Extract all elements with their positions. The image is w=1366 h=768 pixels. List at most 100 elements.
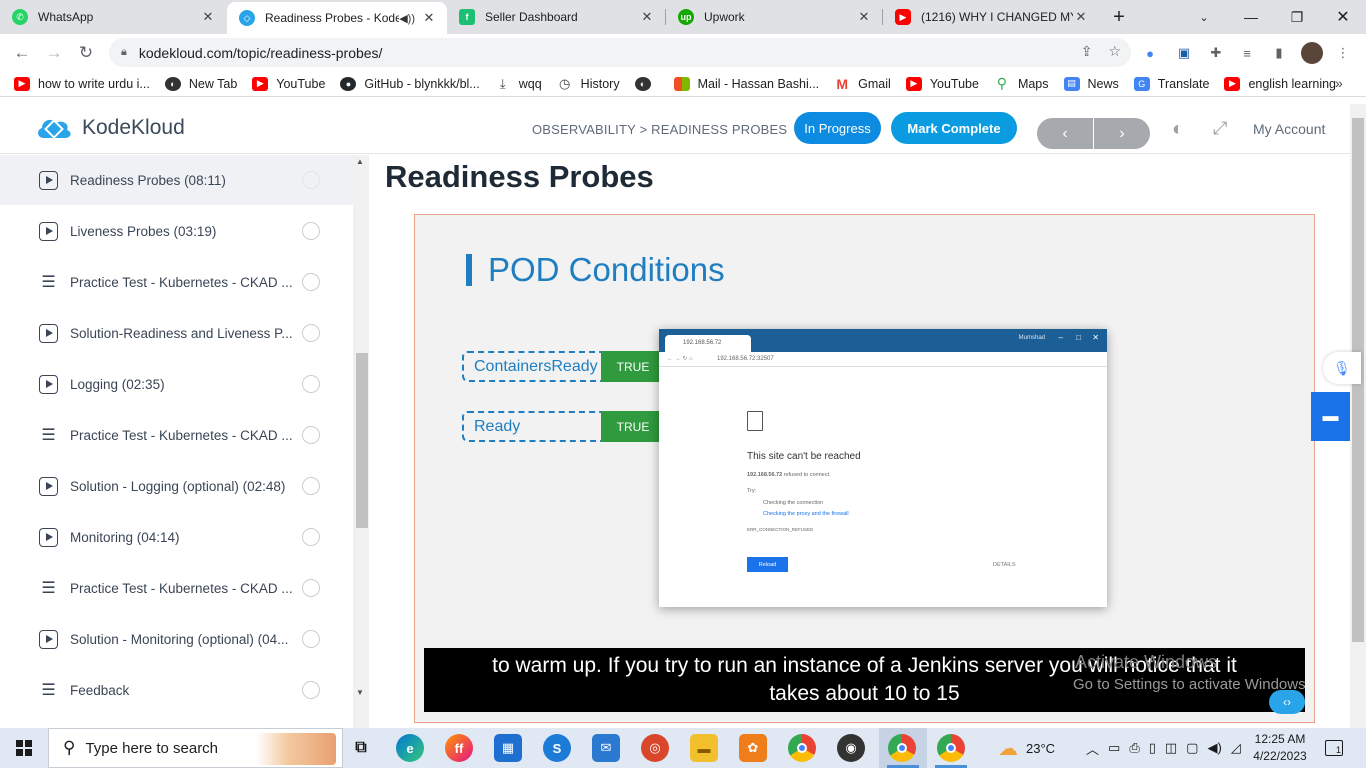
completion-circle[interactable] xyxy=(302,528,320,546)
notification-center[interactable]: 1 xyxy=(1325,728,1343,768)
completion-circle[interactable] xyxy=(302,375,320,393)
lesson-item[interactable]: ☰ Practice Test - Kubernetes - CKAD ... xyxy=(0,410,353,460)
close-window-button[interactable]: ✕ xyxy=(1320,0,1366,34)
tray-camera-icon[interactable]: ◫ xyxy=(1165,740,1177,756)
extensions-puzzle-icon[interactable]: ✚ xyxy=(1207,44,1225,62)
firefox-icon[interactable]: ff xyxy=(445,734,473,762)
reload-button[interactable]: ↻ xyxy=(73,40,99,66)
speaker-icon[interactable]: ◀)) xyxy=(399,12,415,25)
windows-start-button[interactable] xyxy=(0,728,48,768)
weather-widget[interactable]: ☁ 23°C xyxy=(998,728,1055,768)
tab-whatsapp[interactable]: ✆ WhatsApp ✕ xyxy=(0,0,226,34)
completion-circle[interactable] xyxy=(302,273,320,291)
completion-circle[interactable] xyxy=(302,324,320,342)
chat-feedback-icon[interactable]: ▬ xyxy=(1311,392,1350,441)
bookmark-youtube[interactable]: ▶ YouTube xyxy=(252,76,325,91)
tab-youtube-video[interactable]: ▶ (1216) WHY I CHANGED MY ✕ xyxy=(883,0,1099,34)
wifi-icon[interactable]: ◿ xyxy=(1231,740,1241,756)
lesson-item[interactable]: ☰ Feedback xyxy=(0,665,353,715)
next-lesson-button[interactable]: › xyxy=(1094,118,1150,149)
lesson-item[interactable]: Solution - Monitoring (optional) (04... xyxy=(0,614,353,664)
lock-icon[interactable]: 🔒︎ xyxy=(121,46,127,59)
taskbar-search[interactable]: ⚲ Type here to search xyxy=(48,728,343,768)
bookmark-globe[interactable]: ◐ xyxy=(634,76,659,91)
volume-icon[interactable]: ◀) xyxy=(1207,740,1221,756)
tab-readiness-probes[interactable]: ◇ Readiness Probes - Kode ◀)) ✕ xyxy=(227,2,447,34)
completion-circle[interactable] xyxy=(302,477,320,495)
address-bar[interactable]: 🔒︎ kodekloud.com/topic/readiness-probes/… xyxy=(109,38,1131,67)
chrome-profile-h-icon[interactable] xyxy=(937,734,965,762)
lesson-item[interactable]: ☰ Practice Test - Kubernetes - CKAD ... xyxy=(0,257,353,307)
lesson-item[interactable]: ☰ Practice Test - Kubernetes - CKAD ... xyxy=(0,563,353,613)
app-icon[interactable]: ◎ xyxy=(641,734,669,762)
video-player[interactable]: POD Conditions ContainersReady TRUE Read… xyxy=(414,214,1315,723)
new-tab-button[interactable]: + xyxy=(1096,0,1142,34)
bookmark-wqq[interactable]: ⤓ wqq xyxy=(495,76,542,91)
file-explorer-icon[interactable]: ▬ xyxy=(690,734,718,762)
lesson-item[interactable]: Liveness Probes (03:19) xyxy=(0,206,353,256)
chrome-menu-icon[interactable]: ⋮ xyxy=(1334,44,1352,62)
completion-circle[interactable] xyxy=(302,426,320,444)
download-extension-icon[interactable]: ▣ xyxy=(1175,44,1193,62)
bookmark-english-learning[interactable]: ▶ english learning xyxy=(1224,76,1336,91)
lesson-item[interactable]: Logging (02:35) xyxy=(0,359,353,409)
lesson-item[interactable]: Solution-Readiness and Liveness P... xyxy=(0,308,353,358)
my-account-link[interactable]: My Account xyxy=(1253,121,1325,137)
tray-network-drive-icon[interactable]: ⎙ xyxy=(1129,740,1139,756)
system-clock[interactable]: 12:25 AM 4/22/2023 xyxy=(1248,731,1312,765)
bookmark-how-to-write-urdu[interactable]: ▶ how to write urdu i... xyxy=(14,76,150,91)
side-panel-icon[interactable]: ▮ xyxy=(1270,44,1288,62)
restore-button[interactable]: ❐ xyxy=(1274,0,1320,34)
lesson-item[interactable]: Monitoring (04:14) xyxy=(0,512,353,562)
close-icon[interactable]: ✕ xyxy=(421,10,437,26)
profile-avatar[interactable] xyxy=(1301,42,1323,64)
settings-app-icon[interactable]: ✿ xyxy=(739,734,767,762)
mark-complete-button[interactable]: Mark Complete xyxy=(891,112,1017,144)
chrome-profile-icon[interactable] xyxy=(888,734,916,762)
dark-mode-icon[interactable]: ◐ xyxy=(1172,118,1184,141)
bookmark-mail[interactable]: Mail - Hassan Bashi... xyxy=(673,76,819,91)
bookmark-youtube-2[interactable]: ▶ YouTube xyxy=(905,76,979,91)
completion-circle[interactable] xyxy=(302,222,320,240)
scroll-down-arrow[interactable]: ▼ xyxy=(356,688,364,697)
tab-seller-dashboard[interactable]: f Seller Dashboard ✕ xyxy=(447,0,665,34)
lesson-item[interactable]: Readiness Probes (08:11) xyxy=(0,155,353,205)
close-icon[interactable]: ✕ xyxy=(1073,9,1089,25)
close-icon[interactable]: ✕ xyxy=(856,9,872,25)
tray-app-icon[interactable]: ▭ xyxy=(1108,740,1120,756)
forward-button[interactable]: → xyxy=(41,40,67,66)
mail-icon[interactable]: ✉ xyxy=(592,734,620,762)
chrome-icon[interactable] xyxy=(788,734,816,762)
close-icon[interactable]: ✕ xyxy=(200,9,216,25)
bookmark-star-icon[interactable]: ☆ xyxy=(1108,43,1121,60)
tray-window-icon[interactable]: ▢ xyxy=(1186,740,1198,756)
in-progress-button[interactable]: In Progress xyxy=(794,112,881,144)
microphone-extension-icon[interactable]: ● xyxy=(1141,44,1159,62)
bookmark-history[interactable]: ◷ History xyxy=(557,76,620,91)
completion-circle[interactable] xyxy=(302,171,320,189)
tab-upwork[interactable]: up Upwork ✕ xyxy=(666,0,882,34)
scroll-up-arrow[interactable]: ▲ xyxy=(356,157,364,166)
bookmark-gmail[interactable]: M Gmail xyxy=(834,76,891,92)
skype-icon[interactable]: S xyxy=(543,734,571,762)
share-icon[interactable]: ⇪ xyxy=(1081,43,1093,60)
voice-input-icon[interactable]: 🎙︎ xyxy=(1323,352,1361,384)
minimize-button[interactable]: — xyxy=(1228,0,1274,34)
completion-circle[interactable] xyxy=(302,579,320,597)
bookmark-news[interactable]: ▤ News xyxy=(1063,76,1119,91)
bookmarks-overflow-icon[interactable]: » xyxy=(1335,75,1343,91)
bookmark-github[interactable]: ● GitHub - blynkkk/bl... xyxy=(340,76,480,91)
bookmark-translate[interactable]: G Translate xyxy=(1133,76,1209,91)
sidebar-scrollbar-thumb[interactable] xyxy=(356,353,368,528)
store-icon[interactable]: ▦ xyxy=(494,734,522,762)
lesson-item[interactable]: Solution - Logging (optional) (02:48) xyxy=(0,461,353,511)
completion-circle[interactable] xyxy=(302,681,320,699)
bookmark-maps[interactable]: ⚲ Maps xyxy=(994,75,1049,91)
task-view-icon[interactable]: ⧉ xyxy=(347,734,375,762)
tray-device-icon[interactable]: ▯ xyxy=(1149,740,1156,756)
bookmark-new-tab[interactable]: ◐ New Tab xyxy=(164,76,237,91)
kodekloud-logo[interactable]: KodeKloud xyxy=(34,114,185,142)
obs-icon[interactable]: ◉ xyxy=(837,734,865,762)
completion-circle[interactable] xyxy=(302,630,320,648)
media-controls-icon[interactable]: ≡ xyxy=(1238,44,1256,62)
